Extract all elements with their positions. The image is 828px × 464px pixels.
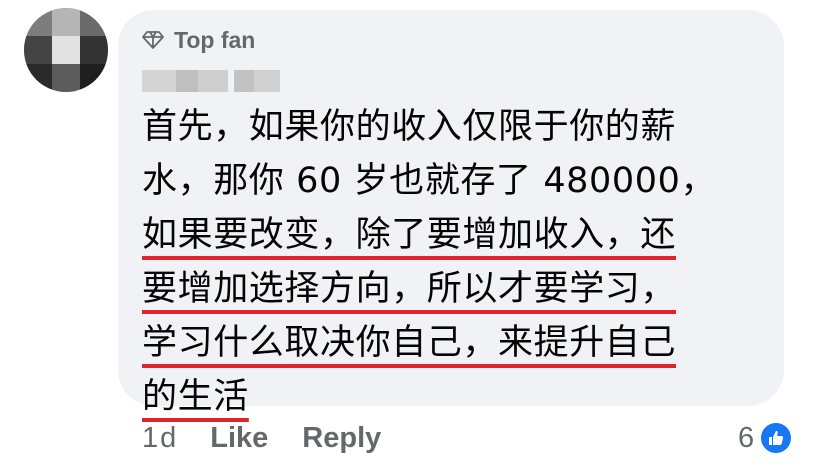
- like-button[interactable]: Like: [210, 422, 268, 455]
- avatar-pixel: [24, 8, 52, 36]
- comment-line-text: 如果要改变，除了要增加收入，还: [142, 215, 677, 255]
- comment-line: 水，那你 60 岁也就存了 480000，: [142, 154, 772, 208]
- avatar-pixel: [24, 36, 52, 64]
- redacted-block: [254, 70, 280, 92]
- comment-timestamp[interactable]: 1d: [142, 422, 178, 455]
- comment-body: 首先，如果你的收入仅限于你的薪 水，那你 60 岁也就存了 480000， 如果要改…: [142, 100, 772, 424]
- redacted-block: [176, 70, 198, 92]
- badge-label: Top fan: [174, 26, 256, 53]
- avatar-pixel: [80, 64, 108, 92]
- redacted-block: [234, 70, 254, 92]
- comment-line-text: 首先，如果你的收入仅限于你的薪: [142, 107, 677, 147]
- comment-line: 首先，如果你的收入仅限于你的薪: [142, 100, 772, 154]
- comment-line-text: 水，那你 60 岁也就存了 480000，: [142, 161, 717, 201]
- top-fan-badge: Top fan: [142, 24, 255, 56]
- avatar-pixel: [52, 8, 80, 36]
- commenter-name-redacted[interactable]: [142, 70, 280, 92]
- comment-line-text: 要增加选择方向，所以才要学习，: [142, 269, 677, 309]
- comment-line: 要增加选择方向，所以才要学习，: [142, 262, 772, 316]
- thumbs-up-icon: [758, 420, 795, 456]
- avatar-pixel: [80, 8, 108, 36]
- comment-line-text: 学习什么取决你自己，来提升自己: [142, 323, 677, 363]
- comment-line: 的生活: [142, 370, 772, 424]
- comment-line: 学习什么取决你自己，来提升自己: [142, 316, 772, 370]
- reaction-summary[interactable]: 6: [738, 418, 795, 458]
- avatar-pixel: [52, 36, 80, 64]
- avatar-pixel: [80, 36, 108, 64]
- diamond-icon: [142, 31, 164, 49]
- comment-actions: 1d Like Reply: [142, 418, 415, 458]
- redacted-block: [198, 70, 228, 92]
- avatar-pixel: [24, 64, 52, 92]
- redacted-block: [142, 70, 176, 92]
- reply-button[interactable]: Reply: [302, 422, 381, 455]
- comment-line-text: 的生活: [142, 377, 249, 417]
- reaction-count: 6: [738, 421, 755, 454]
- comment-line: 如果要改变，除了要增加收入，还: [142, 208, 772, 262]
- commenter-avatar[interactable]: [24, 8, 108, 92]
- avatar-pixel: [52, 64, 80, 92]
